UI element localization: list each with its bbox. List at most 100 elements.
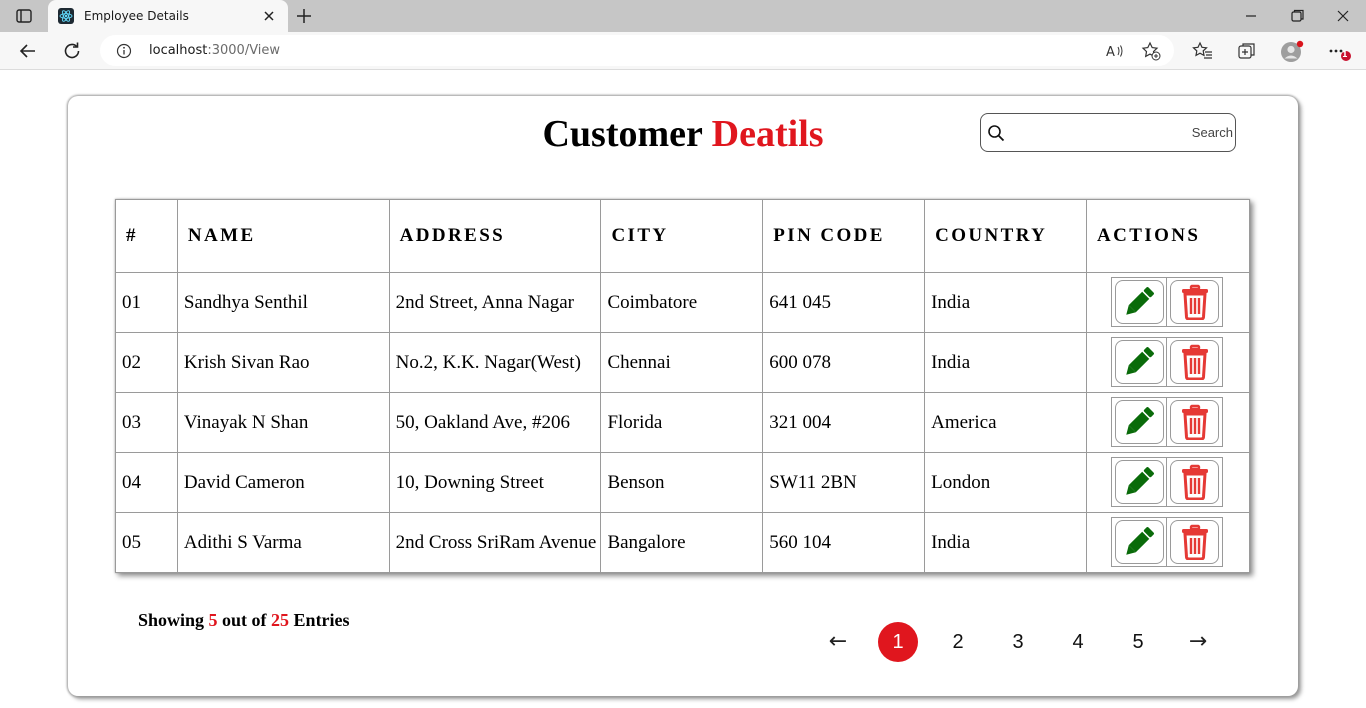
tab-actions-icon[interactable]: [10, 6, 38, 26]
row-actions: [1086, 392, 1250, 453]
delete-button[interactable]: [1167, 398, 1223, 446]
favorites-icon[interactable]: [1192, 40, 1214, 62]
showing-label: Showing: [138, 610, 205, 630]
row-name: Sandhya Senthil: [176, 272, 390, 333]
info-icon[interactable]: [116, 43, 132, 59]
edit-button[interactable]: [1112, 278, 1168, 326]
edit-button[interactable]: [1112, 518, 1168, 566]
profile-avatar[interactable]: [1280, 40, 1304, 62]
entries-label: Entries: [293, 610, 350, 630]
address-bar[interactable]: localhost:3000/View A: [100, 35, 1174, 66]
out-of-label: out of: [222, 610, 267, 630]
action-group: [1111, 277, 1224, 327]
row-address: 2nd Street, Anna Nagar: [388, 272, 602, 333]
table-row: 01 Sandhya Senthil 2nd Street, Anna Nagar C…: [115, 272, 1250, 333]
pencil-icon: [1114, 400, 1164, 444]
table-row: 04 David Cameron 10, Downing Street Benson S…: [115, 452, 1250, 513]
row-country: India: [924, 272, 1088, 333]
svg-text:A: A: [1106, 45, 1115, 60]
page-title-main: Customer: [542, 113, 703, 155]
url-host: localhost: [149, 43, 208, 58]
row-name: Adithi S Varma: [176, 512, 390, 573]
read-aloud-icon[interactable]: A: [1105, 41, 1125, 61]
url-text[interactable]: localhost:3000/View: [149, 43, 280, 58]
row-pin-code: 641 045: [762, 272, 926, 333]
table-row: 05 Adithi S Varma 2nd Cross SriRam Avenue B…: [115, 512, 1250, 573]
edit-button[interactable]: [1112, 338, 1168, 386]
delete-button[interactable]: [1167, 458, 1223, 506]
page-button-3[interactable]: 3: [998, 622, 1038, 662]
header-city: CITY: [600, 199, 764, 273]
pencil-icon: [1114, 280, 1164, 324]
search-input[interactable]: [1009, 116, 1235, 149]
search-icon[interactable]: [987, 124, 1005, 142]
row-city: Chennai: [600, 332, 764, 393]
row-index: 01: [115, 272, 178, 333]
page-title-accent: Deatils: [711, 113, 824, 155]
total-count: 25: [271, 610, 290, 630]
notification-badge: 1: [1342, 50, 1348, 59]
action-group: [1111, 517, 1224, 567]
edit-button[interactable]: [1112, 398, 1168, 446]
page-button-5[interactable]: 5: [1118, 622, 1158, 662]
page-button-1[interactable]: 1: [878, 622, 918, 662]
trash-icon: [1170, 400, 1220, 444]
trash-icon: [1170, 460, 1220, 504]
header-index: #: [115, 199, 178, 273]
row-name: Krish Sivan Rao: [176, 332, 390, 393]
row-pin-code: 600 078: [762, 332, 926, 393]
action-group: [1111, 397, 1224, 447]
tab-close-icon[interactable]: [260, 7, 278, 25]
back-icon[interactable]: [16, 39, 40, 63]
table-row: 03 Vinayak N Shan 50, Oakland Ave, #206 Flo…: [115, 392, 1250, 453]
tab-title: Employee Details: [84, 9, 189, 23]
page-button-2[interactable]: 2: [938, 622, 978, 662]
add-favorite-icon[interactable]: [1141, 41, 1161, 61]
close-window-icon[interactable]: [1332, 6, 1354, 26]
refresh-icon[interactable]: [60, 39, 84, 63]
pencil-icon: [1114, 520, 1164, 564]
pencil-icon: [1114, 340, 1164, 384]
minimize-icon[interactable]: [1240, 6, 1262, 26]
trash-icon: [1170, 520, 1220, 564]
row-pin-code: SW11 2BN: [762, 452, 926, 513]
row-address: 10, Downing Street: [388, 452, 602, 513]
page-button-4[interactable]: 4: [1058, 622, 1098, 662]
row-index: 04: [115, 452, 178, 513]
entries-summary: Showing 5 out of 25 Entries: [138, 610, 350, 631]
header-name: NAME: [176, 199, 390, 273]
next-page-button[interactable]: →: [1180, 626, 1216, 656]
row-country: London: [924, 452, 1088, 513]
row-city: Benson: [600, 452, 764, 513]
more-menu-icon[interactable]: 1: [1326, 40, 1351, 62]
row-actions: [1086, 272, 1250, 333]
header-pin-code: PIN CODE: [762, 199, 926, 273]
prev-page-button[interactable]: ←: [820, 626, 856, 656]
header-country: COUNTRY: [924, 199, 1088, 273]
collections-icon[interactable]: [1236, 40, 1258, 62]
header-address: ADDRESS: [388, 199, 602, 273]
shown-count: 5: [208, 610, 218, 630]
row-index: 03: [115, 392, 178, 453]
row-city: Florida: [600, 392, 764, 453]
search-box: [980, 113, 1236, 152]
new-tab-icon[interactable]: [292, 5, 316, 27]
delete-button[interactable]: [1167, 338, 1223, 386]
pencil-icon: [1114, 460, 1164, 504]
trash-icon: [1170, 280, 1220, 324]
browser-tab[interactable]: Employee Details: [48, 0, 288, 32]
delete-button[interactable]: [1167, 278, 1223, 326]
row-actions: [1086, 332, 1250, 393]
browser-tab-bar: Employee Details: [0, 0, 1366, 32]
row-city: Coimbatore: [600, 272, 764, 333]
row-address: No.2, K.K. Nagar(West): [388, 332, 602, 393]
header-actions: ACTIONS: [1086, 199, 1250, 273]
delete-button[interactable]: [1167, 518, 1223, 566]
customer-table: # NAME ADDRESS CITY PIN CODE COUNTRY ACT…: [115, 199, 1250, 573]
row-country: America: [924, 392, 1088, 453]
edit-button[interactable]: [1112, 458, 1168, 506]
url-path: :3000/View: [207, 43, 281, 58]
table-header-row: # NAME ADDRESS CITY PIN CODE COUNTRY ACT…: [115, 199, 1250, 273]
restore-icon[interactable]: [1286, 6, 1308, 26]
row-pin-code: 560 104: [762, 512, 926, 573]
